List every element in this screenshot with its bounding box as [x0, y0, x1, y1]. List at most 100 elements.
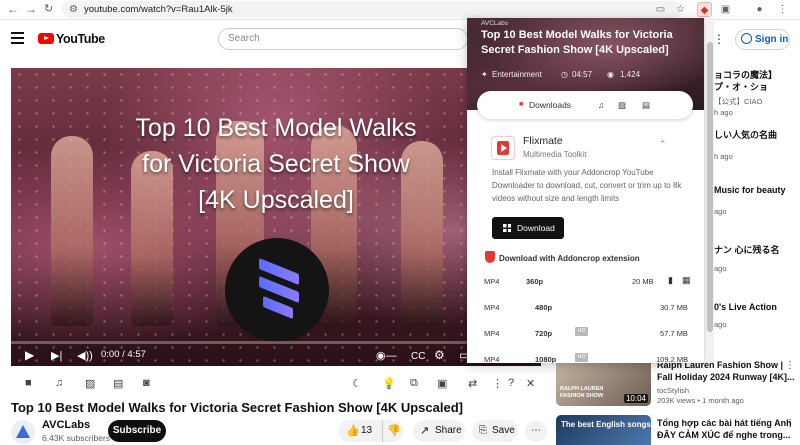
tab-downloads[interactable]: Downloads: [529, 100, 571, 110]
row-format: MP4: [484, 329, 500, 338]
help-icon[interactable]: ?: [508, 377, 514, 389]
thumbnail-text: RALPH LAUREN FASHION SHOW: [560, 386, 604, 399]
loop-icon[interactable]: ⇄: [468, 377, 477, 390]
popup-tabs: ■ Downloads ♫ ▨ ▤: [477, 91, 693, 119]
settings-gear-icon[interactable]: ⚙: [434, 348, 445, 362]
clock-icon: ◷: [561, 70, 568, 79]
sidebar-thumbnail[interactable]: The best English songs: [556, 415, 651, 445]
sidebar-channel-name[interactable]: tocStylish: [657, 386, 689, 395]
sidebar-video-title[interactable]: Tổng hợp các bài hát tiếng Anh: [657, 418, 792, 428]
share-button[interactable]: ↗ Share: [413, 420, 465, 442]
download-row[interactable]: MP4 480p 30.7 MB: [467, 296, 704, 322]
row-quality: 480p: [535, 303, 553, 312]
sign-in-button[interactable]: Sign in: [735, 29, 790, 50]
guide-menu-icon[interactable]: [11, 32, 24, 47]
extensions-puzzle-icon[interactable]: ▣: [718, 2, 733, 17]
sidebar-video-title[interactable]: Fall Holiday 2024 Runway [4K]...: [657, 372, 795, 382]
download-row[interactable]: MP4 360p 20 MB ▮ ▦: [467, 270, 704, 296]
video-camera-icon[interactable]: ■: [519, 101, 523, 108]
music-note-icon[interactable]: ♫: [55, 377, 63, 389]
save-label: Save: [492, 425, 515, 436]
search-input[interactable]: Search: [218, 28, 468, 50]
row-format: MP4: [484, 355, 500, 363]
dislike-thumb-icon[interactable]: 👎: [387, 420, 401, 442]
popup-category: Entertainment: [492, 70, 542, 79]
addoncrop-extension-icon[interactable]: ◆: [697, 2, 712, 17]
video-camera-icon[interactable]: ■: [25, 377, 32, 389]
tab-subtitle-icon[interactable]: ▤: [642, 100, 650, 111]
reload-icon[interactable]: ↻: [44, 2, 53, 15]
browser-toolbar: ← → ↻ ⚙ youtube.com/watch?v=Rau1Alk-5jk …: [0, 0, 800, 20]
forward-arrow-icon[interactable]: →: [25, 2, 37, 16]
popup-scrollbar-thumb[interactable]: [707, 42, 713, 332]
download-row[interactable]: MP4 720p HD 57.7 MB: [467, 322, 704, 348]
light-bulb-icon[interactable]: 💡: [382, 377, 396, 390]
chevron-up-icon[interactable]: ⌃: [659, 139, 667, 150]
overlay-title-line: [4K Upscaled]: [198, 186, 354, 214]
sidebar-video-title[interactable]: ナン 心に残る名: [714, 243, 780, 256]
image-icon[interactable]: ▨: [85, 377, 95, 390]
back-arrow-icon[interactable]: ←: [7, 2, 19, 16]
video-title: Top 10 Best Model Walks for Victoria Sec…: [11, 400, 463, 415]
search-placeholder: Search: [228, 33, 260, 44]
video-overlay-title: Top 10 Best Model Walks for Victoria Sec…: [11, 110, 541, 218]
dark-mode-moon-icon[interactable]: ☾: [352, 377, 362, 390]
bookmark-star-icon[interactable]: ☆: [673, 2, 688, 17]
qr-code-icon[interactable]: ▦: [682, 275, 691, 286]
sidebar-video-title[interactable]: プ・オ・ショ: [714, 80, 768, 93]
like-thumb-icon[interactable]: 👍: [346, 420, 360, 442]
browser-menu-icon[interactable]: ⋮: [775, 2, 790, 17]
more-options-icon[interactable]: ⋮: [713, 32, 725, 46]
avclabs-watermark-logo-icon: [225, 238, 329, 342]
download-row[interactable]: MP4 1080p HD 109.2 MB: [467, 348, 704, 363]
video-progress-bar[interactable]: [11, 341, 541, 344]
youtube-logo-text[interactable]: YouTube: [56, 32, 105, 46]
video-player[interactable]: Top 10 Best Model Walks for Victoria Sec…: [11, 68, 541, 366]
share-arrow-icon: ↗: [420, 425, 430, 437]
autoplay-toggle-icon[interactable]: ◉—: [376, 349, 397, 362]
sidebar-video-title[interactable]: しい人気の名曲: [714, 128, 777, 141]
more-vertical-icon[interactable]: ⋮: [492, 377, 503, 390]
save-button[interactable]: ⎘ Save: [472, 420, 518, 442]
trash-icon[interactable]: ▮: [668, 275, 673, 286]
volume-icon[interactable]: ◀)): [77, 349, 93, 362]
windows-logo-icon: [503, 224, 511, 232]
play-icon[interactable]: ▶: [25, 348, 34, 362]
picture-in-picture-icon[interactable]: ⧉: [410, 377, 418, 390]
sidebar-video-title[interactable]: 0's Live Action: [714, 302, 777, 312]
share-label: Share: [435, 425, 462, 436]
camera-icon[interactable]: ◙: [143, 377, 150, 389]
address-bar[interactable]: ⚙ youtube.com/watch?v=Rau1Alk-5jk: [62, 1, 682, 18]
subscribe-button[interactable]: Subscribe: [108, 420, 166, 442]
views-eye-icon: ◉: [607, 70, 614, 79]
close-icon[interactable]: ✕: [526, 377, 535, 390]
profile-icon[interactable]: ●: [752, 2, 767, 17]
site-settings-icon[interactable]: ⚙: [69, 1, 78, 18]
flixmate-download-button[interactable]: Download: [492, 217, 564, 239]
popup-duration: 04:57: [572, 70, 593, 79]
subtitle-file-icon[interactable]: ▤: [113, 377, 123, 390]
channel-avatar[interactable]: [11, 420, 35, 444]
sidebar-more-icon[interactable]: ⋮: [785, 360, 795, 371]
subtitles-icon[interactable]: CC: [411, 351, 425, 362]
row-size: 20 MB: [632, 277, 654, 286]
flixmate-card[interactable]: Flixmate Multimedia Toolkit ⌃: [481, 125, 691, 169]
sidebar-video-meta: ago: [714, 264, 727, 273]
video-duration: 10:04: [623, 394, 648, 403]
overlay-title-line: Top 10 Best Model Walks: [135, 114, 417, 142]
channel-name[interactable]: AVCLabs: [42, 419, 90, 431]
sidebar-video-title[interactable]: Music for beauty: [714, 185, 786, 195]
like-count[interactable]: 13: [361, 420, 372, 442]
cast-icon[interactable]: ▭: [653, 2, 668, 17]
sidebar-more-icon[interactable]: ⋮: [785, 418, 795, 429]
more-actions-button[interactable]: ⋯: [525, 420, 547, 442]
sidebar-thumbnail[interactable]: RALPH LAUREN FASHION SHOW 10:04: [556, 356, 651, 406]
tab-music-note-icon[interactable]: ♫: [598, 100, 604, 110]
screenshot-icon[interactable]: ▣: [437, 377, 447, 390]
youtube-logo-icon[interactable]: [38, 33, 54, 44]
next-icon[interactable]: ▶|: [51, 349, 62, 362]
sidebar-video-meta: h ago: [714, 152, 733, 161]
sidebar-video-title[interactable]: ĐÂY CẢM XÚC để nghe trong...: [657, 430, 790, 440]
addoncrop-popup: AVCLabs Top 10 Best Model Walks for Vict…: [467, 18, 704, 363]
tab-image-icon[interactable]: ▨: [618, 100, 626, 111]
